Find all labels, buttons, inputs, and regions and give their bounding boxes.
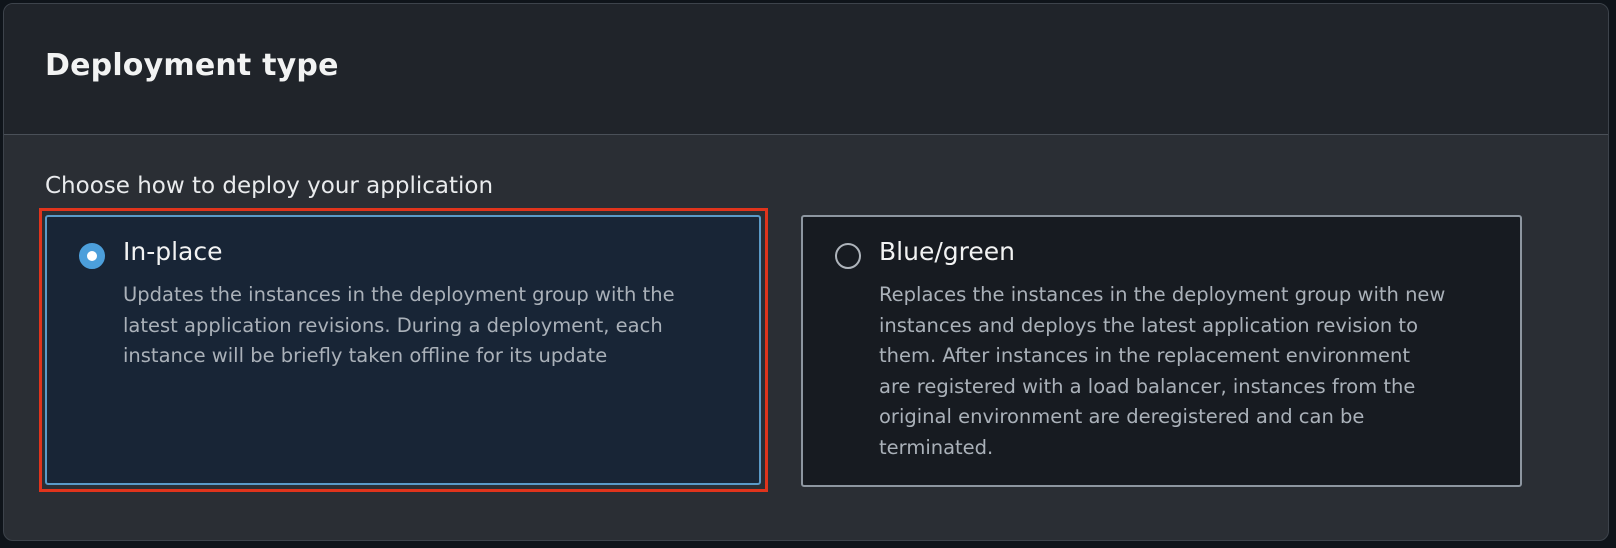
radio-selected-dot-icon xyxy=(87,251,97,261)
description-line: instance will be briefly taken offline f… xyxy=(123,344,608,367)
panel-body: Choose how to deploy your application In… xyxy=(4,135,1608,540)
blue-green-radio-button[interactable] xyxy=(835,243,861,269)
description-line: them. After instances in the replacement… xyxy=(879,344,1410,367)
blue-green-option-title: Blue/green xyxy=(879,237,1015,266)
in-place-radio-button[interactable] xyxy=(79,243,105,269)
in-place-option-title: In-place xyxy=(123,237,223,266)
description-line: Updates the instances in the deployment … xyxy=(123,283,675,306)
description-line: are registered with a load balancer, ins… xyxy=(879,374,1416,398)
deployment-type-panel: Deployment type Choose how to deploy you… xyxy=(3,3,1609,541)
description-line: terminated. xyxy=(879,435,994,459)
description-line: original environment are deregistered an… xyxy=(879,405,1365,428)
in-place-option-description: Updates the instances in the deployment … xyxy=(123,280,743,372)
description-line: Replaces the instances in the deployment… xyxy=(879,283,1446,306)
description-line: instances and deploys the latest applica… xyxy=(879,313,1419,337)
blue-green-option-tile[interactable]: Blue/green Replaces the instances in the… xyxy=(801,215,1522,487)
blue-green-option-description: Replaces the instances in the deployment… xyxy=(879,280,1504,463)
deployment-choice-label: Choose how to deploy your application xyxy=(45,173,494,199)
description-line: latest application revisions. During a d… xyxy=(123,313,663,337)
panel-header: Deployment type xyxy=(4,4,1608,135)
panel-title: Deployment type xyxy=(45,48,339,83)
in-place-option-tile[interactable]: In-place Updates the instances in the de… xyxy=(45,215,761,485)
